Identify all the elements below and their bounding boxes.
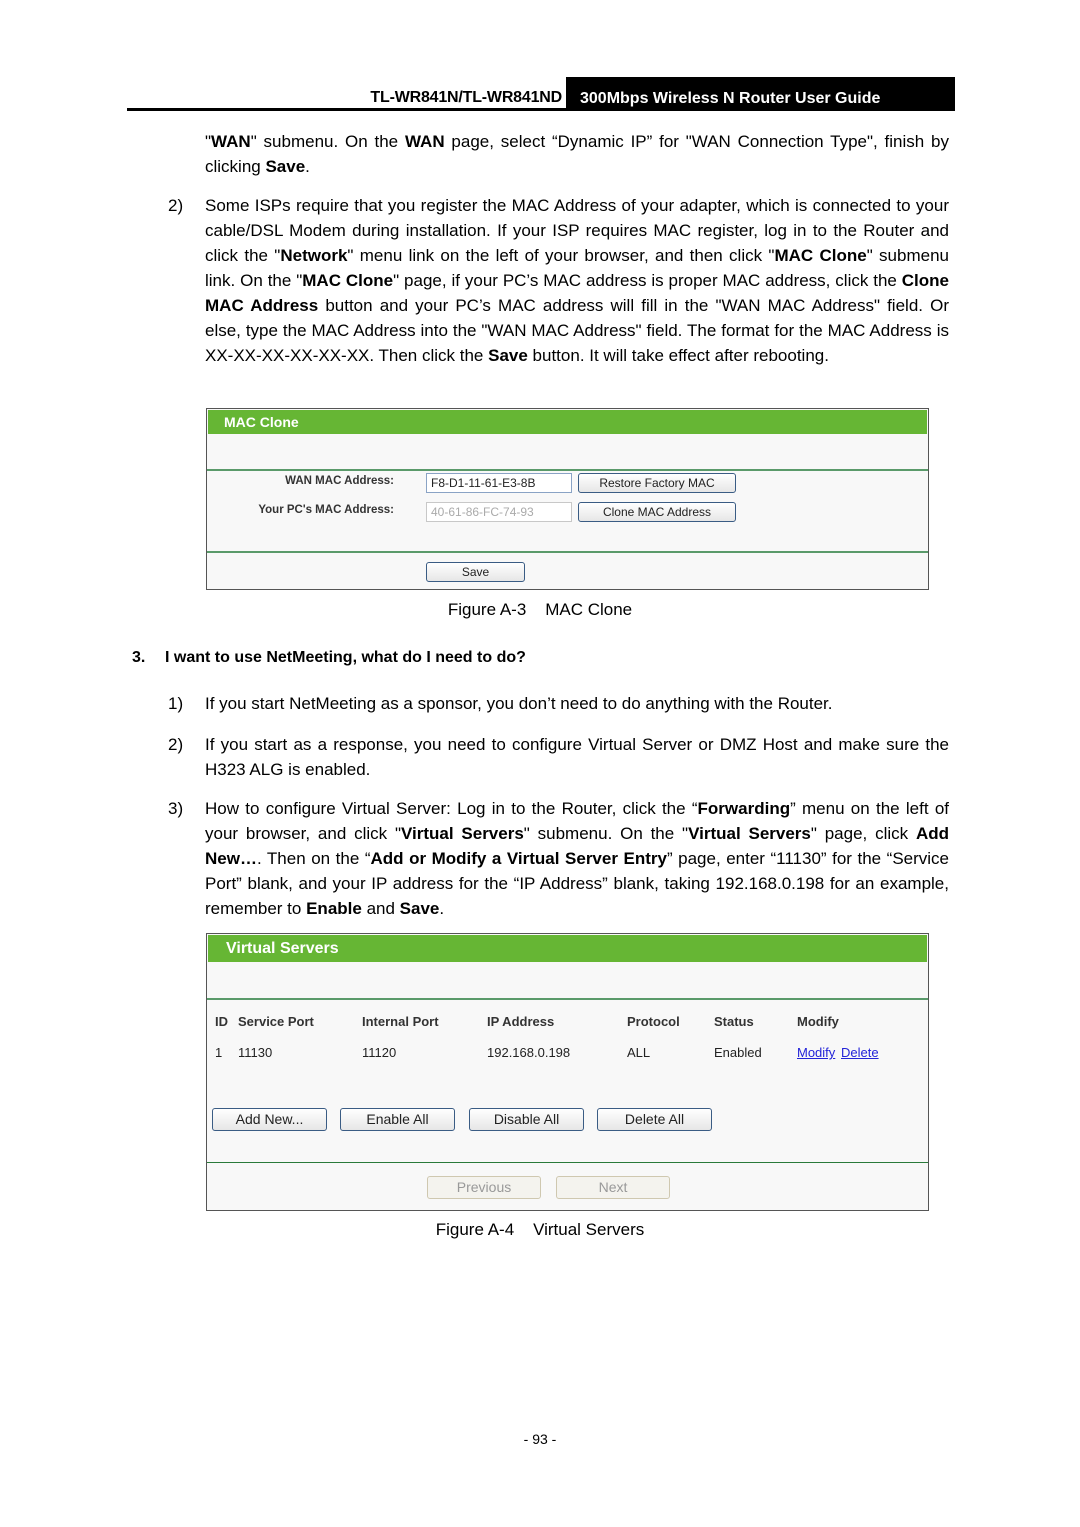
panel-title: Virtual Servers <box>208 935 927 962</box>
text-run: How to configure Virtual Server: Log in … <box>205 799 698 818</box>
header-guide-title: 300Mbps Wireless N Router User Guide <box>566 77 955 111</box>
bold-term: Virtual Servers <box>401 824 524 843</box>
bold-term: Forwarding <box>697 799 791 818</box>
bold-term: Save <box>399 899 440 918</box>
figure-caption: Figure A-3 MAC Clone <box>0 600 1080 620</box>
header-model: TL-WR841N/TL-WR841ND <box>370 89 562 106</box>
virtual-servers-panel: Virtual Servers ID Service Port Internal… <box>206 933 929 1211</box>
column-header: Service Port <box>238 1014 314 1029</box>
column-header: ID <box>215 1014 228 1029</box>
cell-internal-port: 11120 <box>362 1045 397 1060</box>
cell-service-port: 11130 <box>238 1045 273 1060</box>
divider <box>207 551 928 553</box>
page-header: TL-WR841N/TL-WR841ND 300Mbps Wireless N … <box>127 77 955 111</box>
cell-protocol: ALL <box>627 1045 651 1060</box>
cell-id: 1 <box>215 1045 223 1060</box>
bold-term: MAC Clone <box>302 271 394 290</box>
text-run: and <box>361 899 400 918</box>
clone-mac-address-button[interactable]: Clone MAC Address <box>578 502 736 522</box>
text-run: " submenu. On the <box>250 132 405 151</box>
column-header: Status <box>714 1014 754 1029</box>
step-number: 2) <box>168 735 184 754</box>
disable-all-button[interactable]: Disable All <box>469 1108 584 1131</box>
save-button[interactable]: Save <box>426 562 525 582</box>
bold-term: WAN <box>211 132 251 151</box>
step-number: 2) <box>168 196 184 215</box>
column-header: IP Address <box>487 1014 555 1029</box>
column-header: Modify <box>797 1014 839 1029</box>
bold-term: Enable <box>306 899 362 918</box>
pc-mac-input <box>426 502 572 522</box>
column-header: Protocol <box>627 1014 680 1029</box>
previous-button[interactable]: Previous <box>427 1176 541 1199</box>
figure-title: Virtual Servers <box>533 1220 645 1239</box>
cell-status: Enabled <box>714 1045 762 1060</box>
column-header: Internal Port <box>362 1014 439 1029</box>
wan-mac-label: WAN MAC Address: <box>285 475 394 487</box>
mac-clone-panel: MAC Clone WAN MAC Address: Restore Facto… <box>206 408 929 590</box>
response-paragraph: If you start as a response, you need to … <box>205 735 949 779</box>
question-number: 3. <box>132 649 146 666</box>
text-run: button. It will take effect after reboot… <box>527 346 829 365</box>
text-run: " page, click <box>810 824 916 843</box>
text-run: . Then on the “ <box>256 849 371 868</box>
add-new-button[interactable]: Add New... <box>212 1108 327 1131</box>
step-number: 1) <box>168 694 184 713</box>
figure-caption: Figure A-4 Virtual Servers <box>0 1220 1080 1240</box>
sponsor-paragraph: If you start NetMeeting as a sponsor, yo… <box>205 694 833 713</box>
next-button[interactable]: Next <box>556 1176 670 1199</box>
question-heading: I want to use NetMeeting, what do I need… <box>165 649 526 666</box>
page-number: - 93 - <box>523 1431 557 1447</box>
bold-term: Save <box>265 157 306 176</box>
text-run: . <box>439 899 445 918</box>
panel-title: MAC Clone <box>208 410 927 434</box>
figure-title: MAC Clone <box>545 600 633 619</box>
bold-term: Virtual Servers <box>688 824 811 843</box>
text-run: . <box>305 157 310 176</box>
modify-link[interactable]: Modify <box>797 1045 835 1060</box>
cell-ip-address: 192.168.0.198 <box>487 1045 571 1060</box>
text-run: " submenu. On the " <box>523 824 689 843</box>
bold-term: WAN <box>404 132 445 151</box>
bold-term: Add or Modify a Virtual Server Entry <box>370 849 667 868</box>
delete-link[interactable]: Delete <box>841 1045 879 1060</box>
pc-mac-label: Your PC's MAC Address: <box>258 504 394 516</box>
figure-number: Figure A-4 <box>435 1220 515 1239</box>
divider <box>207 998 928 1000</box>
bold-term: MAC Clone <box>774 246 867 265</box>
divider <box>207 469 928 471</box>
mac-register-paragraph: Some ISPs require that you register the … <box>205 193 949 368</box>
bold-term: Save <box>488 346 528 365</box>
text-run: " page, if your PC’s MAC address is prop… <box>393 271 902 290</box>
bold-term: Network <box>280 246 348 265</box>
virtual-server-paragraph: How to configure Virtual Server: Log in … <box>205 796 949 921</box>
intro-continuation: "WAN" submenu. On the WAN page, select “… <box>205 129 949 179</box>
divider <box>207 1162 928 1163</box>
enable-all-button[interactable]: Enable All <box>340 1108 455 1131</box>
restore-factory-mac-button[interactable]: Restore Factory MAC <box>578 473 736 493</box>
wan-mac-input[interactable] <box>426 473 572 493</box>
delete-all-button[interactable]: Delete All <box>597 1108 712 1131</box>
step-number: 3) <box>168 799 184 818</box>
figure-number: Figure A-3 <box>447 600 527 619</box>
text-run: " menu link on the left of your browser,… <box>347 246 775 265</box>
